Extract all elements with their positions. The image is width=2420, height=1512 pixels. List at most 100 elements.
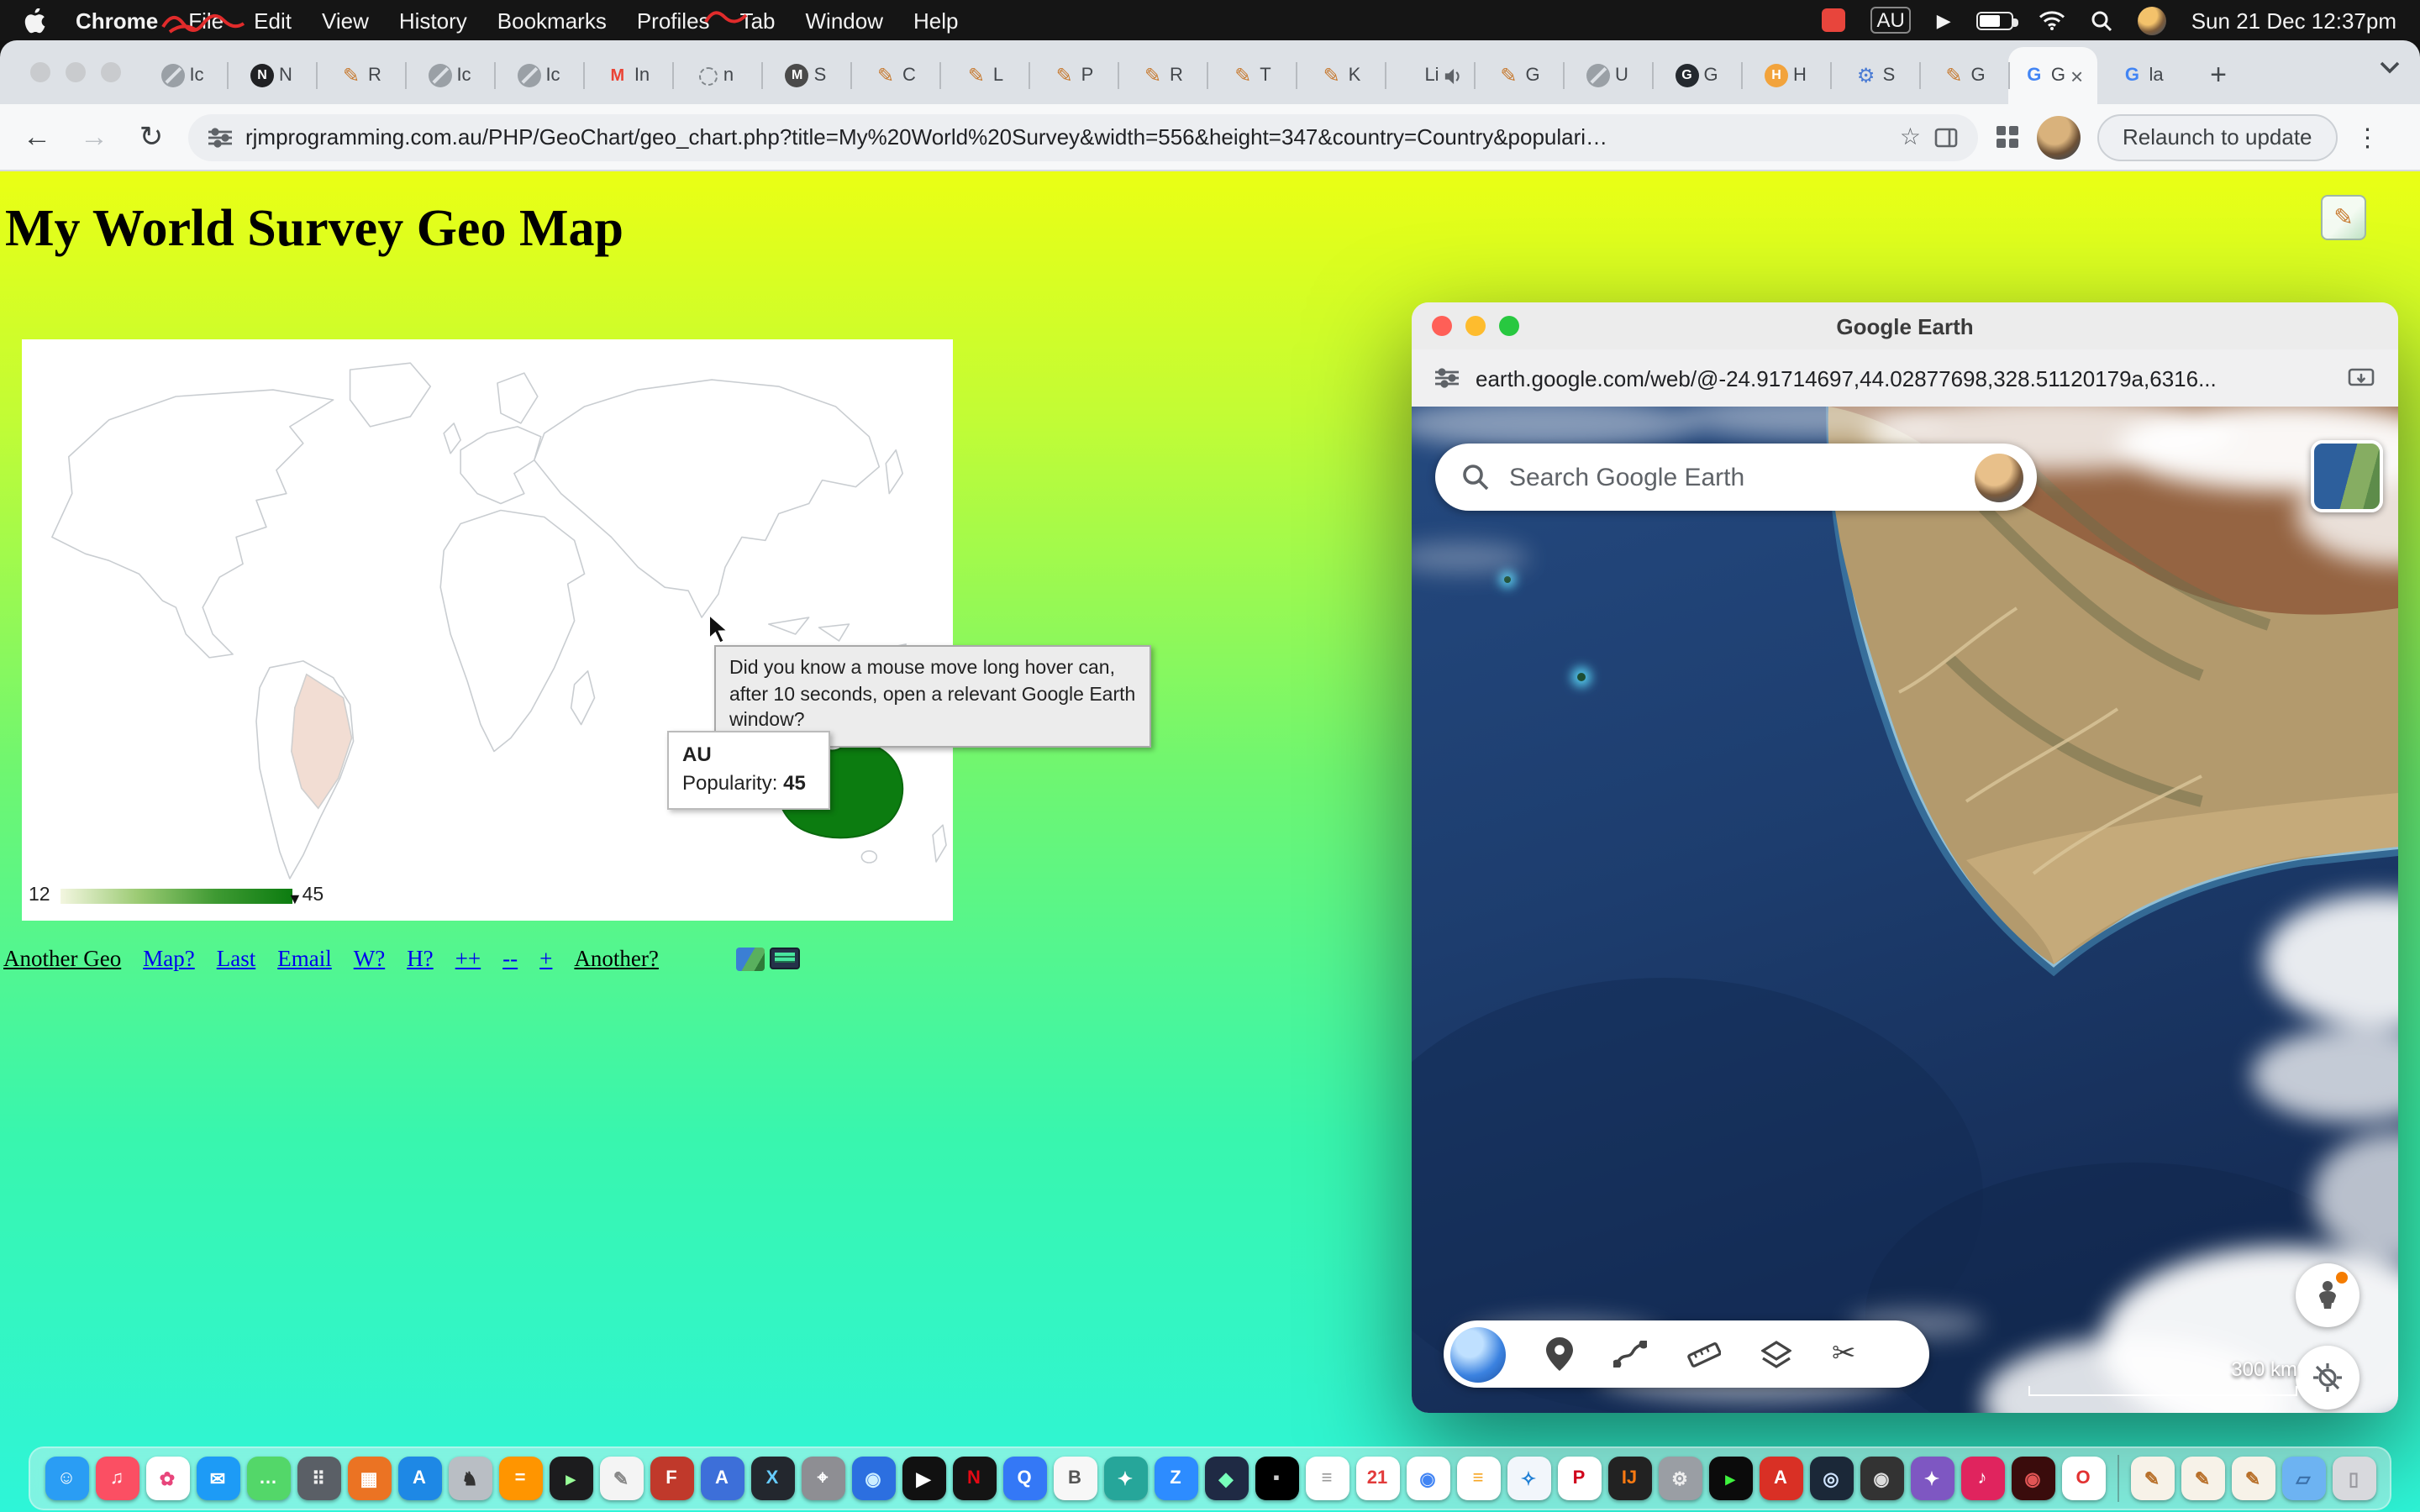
browser-tab[interactable]: T × [1207, 47, 1296, 104]
dock-item[interactable]: ◉ [2011, 1457, 2054, 1500]
dock-item[interactable]: ✎ [2231, 1457, 2275, 1500]
browser-tab[interactable]: N N × [227, 47, 316, 104]
dock-item[interactable]: ⠿ [297, 1457, 340, 1500]
menu-item[interactable]: Profiles [637, 8, 710, 33]
browser-tab[interactable]: R × [316, 47, 405, 104]
browser-tab[interactable]: la × [2097, 47, 2186, 104]
side-panel-icon[interactable] [1934, 127, 1958, 147]
tools-scissors-icon[interactable]: ✂ [1832, 1337, 1856, 1371]
menu-app-name[interactable]: Chrome [76, 8, 158, 33]
dock-item[interactable]: ▦ [347, 1457, 391, 1500]
menu-item[interactable]: File [188, 8, 224, 33]
dock-item[interactable]: A [1759, 1457, 1802, 1500]
dock-item[interactable]: ▶ [902, 1457, 945, 1500]
map-emoji-icon[interactable] [736, 948, 765, 971]
page-link[interactable]: Another? [574, 946, 658, 973]
dock-item[interactable]: ⌖ [801, 1457, 844, 1500]
browser-tab[interactable]: Li × [1385, 47, 1474, 104]
dock-item[interactable]: ▪ [1255, 1457, 1298, 1500]
tab-audio-icon[interactable] [1444, 66, 1463, 85]
browser-tab[interactable]: P × [1028, 47, 1118, 104]
browser-tab[interactable]: In × [583, 47, 672, 104]
menu-item[interactable]: History [399, 8, 467, 33]
google-earth-window[interactable]: Google Earth earth.google.com/web/@-24.9… [1412, 302, 2398, 1413]
measure-ruler-icon[interactable] [1687, 1341, 1721, 1368]
dock-item[interactable]: ≡ [1456, 1457, 1500, 1500]
overview-minimap[interactable] [2311, 440, 2383, 512]
browser-tab[interactable]: G × [1474, 47, 1563, 104]
dock-item[interactable]: ✿ [145, 1457, 189, 1500]
dock-item[interactable]: ✉ [196, 1457, 239, 1500]
new-tab-button[interactable]: + [2196, 54, 2240, 97]
browser-tab[interactable]: Ic × [405, 47, 494, 104]
dock-item[interactable]: A [397, 1457, 441, 1500]
browser-tab[interactable]: U × [1563, 47, 1652, 104]
zoom-window-button[interactable] [1499, 316, 1519, 336]
page-link[interactable]: Email [277, 946, 332, 973]
profile-avatar[interactable] [2037, 115, 2081, 159]
placemark-pin-icon[interactable] [1546, 1337, 1573, 1371]
extensions-icon[interactable] [1995, 124, 2020, 150]
dock-item[interactable]: ▱ [2281, 1457, 2325, 1500]
dock-item[interactable]: ⚙ [1658, 1457, 1702, 1500]
dock-item[interactable]: A [700, 1457, 744, 1500]
earth-search-placeholder[interactable]: Search Google Earth [1509, 463, 1954, 491]
dock-item[interactable]: = [498, 1457, 542, 1500]
earth-profile-avatar[interactable] [1975, 453, 2023, 501]
menu-item[interactable]: Window [806, 8, 884, 33]
user-avatar[interactable] [2138, 6, 2166, 34]
dock-item[interactable]: ◉ [1406, 1457, 1449, 1500]
omnibox[interactable]: rjmprogramming.com.au/PHP/GeoChart/geo_c… [188, 113, 1978, 160]
earth-search-bar[interactable]: Search Google Earth [1435, 444, 2037, 511]
dock-item[interactable]: ▸ [549, 1457, 592, 1500]
browser-tab[interactable]: G G × [1652, 47, 1741, 104]
page-link[interactable]: -- [502, 946, 518, 973]
browser-tab[interactable]: L × [939, 47, 1028, 104]
tab-close-icon[interactable]: × [2070, 65, 2083, 87]
browser-tab[interactable]: n × [672, 47, 761, 104]
menu-item[interactable]: Edit [254, 8, 292, 33]
geochart-map[interactable]: 12 45 ▼ [22, 339, 953, 921]
page-link[interactable]: W? [354, 946, 385, 973]
zoom-window-button[interactable] [101, 62, 121, 82]
dock-item[interactable]: ✎ [599, 1457, 643, 1500]
dock-item[interactable]: ♞ [448, 1457, 492, 1500]
minimize-window-button[interactable] [1465, 316, 1486, 336]
dock-item[interactable]: ◉ [851, 1457, 895, 1500]
browser-tab[interactable]: G × [2008, 47, 2097, 104]
dock-item[interactable]: ☺ [45, 1457, 88, 1500]
menubar-clock[interactable]: Sun 21 Dec 12:37pm [2191, 8, 2396, 33]
dock-item[interactable]: ✧ [1507, 1457, 1550, 1500]
browser-tab[interactable]: S × [1830, 47, 1919, 104]
dock-item[interactable]: P [1557, 1457, 1601, 1500]
dock-item[interactable]: X [750, 1457, 794, 1500]
browser-menu-kebab-icon[interactable]: ⋮ [2354, 122, 2381, 152]
page-corner-icon[interactable]: ✎ [2321, 195, 2366, 240]
page-link[interactable]: Map? [143, 946, 195, 973]
dock-item[interactable]: ♪ [1960, 1457, 2004, 1500]
dock-item[interactable]: ✦ [1103, 1457, 1147, 1500]
page-link[interactable]: Another Geo [3, 946, 121, 973]
menubar-extra-icon[interactable] [1821, 8, 1844, 32]
layers-icon[interactable] [1761, 1340, 1791, 1368]
earth-map-view[interactable]: Search Google Earth 3D [1412, 407, 2398, 1413]
browser-tab[interactable]: H H × [1741, 47, 1830, 104]
browser-tab[interactable]: M S × [761, 47, 850, 104]
relaunch-to-update-button[interactable]: Relaunch to update [2097, 113, 2338, 160]
world-map[interactable] [22, 339, 953, 921]
dock-item[interactable]: F [650, 1457, 693, 1500]
dock-item[interactable]: ▸ [1708, 1457, 1752, 1500]
reload-button[interactable]: ↻ [131, 120, 171, 154]
browser-tab[interactable]: Ic × [138, 47, 227, 104]
browser-tab[interactable]: Ic × [494, 47, 583, 104]
browser-tab[interactable]: G × [1919, 47, 2008, 104]
spotlight-search-icon[interactable] [2091, 9, 2112, 31]
forward-button[interactable]: → [74, 120, 114, 154]
page-link[interactable]: Last [217, 946, 256, 973]
site-settings-icon[interactable] [1435, 368, 1459, 388]
apple-menu-icon[interactable] [24, 8, 45, 33]
dock-item[interactable]: ♫ [95, 1457, 139, 1500]
browser-tab[interactable]: K × [1296, 47, 1385, 104]
page-link[interactable]: ++ [455, 946, 481, 973]
install-app-icon[interactable] [2348, 367, 2375, 389]
